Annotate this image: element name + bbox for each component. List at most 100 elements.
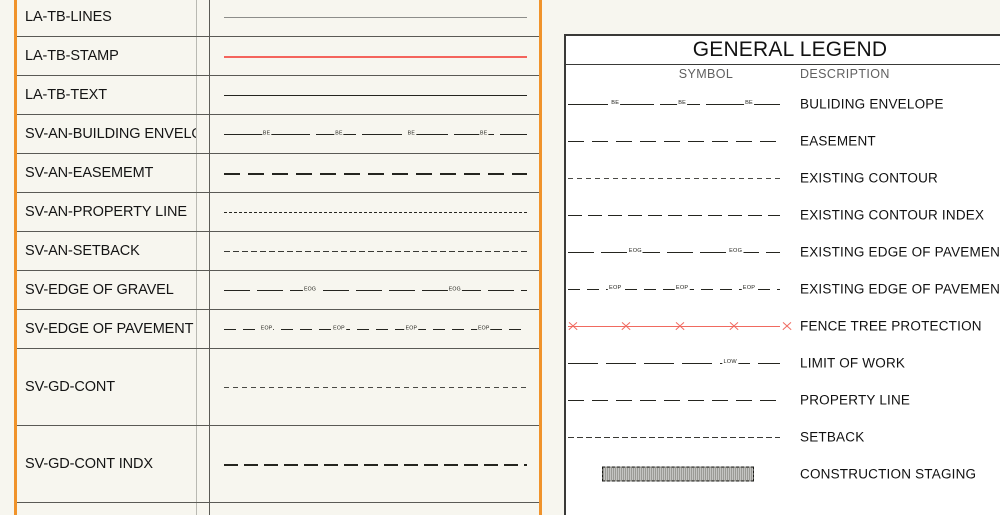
table-row[interactable]: SV-AN-SETBACK <box>17 232 539 271</box>
layer-spacer-cell <box>197 503 210 515</box>
legend-symbol-cell <box>566 122 794 159</box>
table-row[interactable]: SV-EDGE OF GRAVEL EOG EOG <box>17 271 539 310</box>
fence-x-marker <box>675 320 686 331</box>
legend-row: EOP EOP EOP EXISTING EDGE OF PAVEMENT <box>566 270 1000 307</box>
linetype-inline-label: BE <box>406 130 417 137</box>
layer-linetype-cell[interactable] <box>210 349 539 425</box>
layer-linetype-cell[interactable]: EOG EOG <box>210 271 539 309</box>
table-row[interactable]: SV-GD-CONT INDX <box>17 426 539 503</box>
legend-symbol-cell: EOG EOG <box>566 233 794 270</box>
legend-symbol-cell: BE BE BE <box>566 85 794 122</box>
layer-name-cell[interactable]: SV-GD-CONT <box>17 349 197 425</box>
layer-linetype-cell[interactable]: EOP EOP EOP EOP <box>210 310 539 348</box>
table-row[interactable]: SV-AN-PROPERTY LINE <box>17 193 539 232</box>
layer-name-cell[interactable] <box>17 503 197 515</box>
legend-symbol-cell <box>566 455 794 492</box>
linetype-inline-label: EOP <box>476 325 491 332</box>
general-legend-panel: GENERAL LEGEND SYMBOL DESCRIPTION BE BE BE… <box>564 34 1000 515</box>
layer-linetype-cell[interactable] <box>210 76 539 114</box>
legend-description-cell: LIMIT OF WORK <box>800 355 906 370</box>
linetype-inline-label: BE <box>744 99 754 107</box>
layer-name-cell[interactable]: SV-AN-SETBACK <box>17 232 197 270</box>
linetype-sample <box>224 56 527 58</box>
table-row[interactable]: SV-EDGE OF PAVEMENT EOP EOP EOP EOP <box>17 310 539 349</box>
layer-name-cell[interactable]: LA-TB-LINES <box>17 0 197 36</box>
linetype-inline-label: EOG <box>447 286 462 293</box>
legend-row: EXISTING CONTOUR <box>566 159 1000 196</box>
legend-description-cell: FENCE TREE PROTECTION <box>800 318 982 333</box>
layer-name-cell[interactable]: SV-EDGE OF GRAVEL <box>17 271 197 309</box>
layer-linetype-cell[interactable] <box>210 503 539 515</box>
table-row[interactable]: LA-TB-LINES <box>17 0 539 37</box>
layer-spacer-cell <box>197 349 210 425</box>
legend-row: EASEMENT <box>566 122 1000 159</box>
legend-symbol-cell <box>566 159 794 196</box>
table-row[interactable] <box>17 503 539 515</box>
layer-name-cell[interactable]: SV-AN-BUILDING ENVELOP <box>17 115 197 153</box>
table-row[interactable]: SV-GD-CONT <box>17 349 539 426</box>
layer-name-cell[interactable]: SV-AN-EASEMEMT <box>17 154 197 192</box>
layer-linetype-cell[interactable] <box>210 426 539 502</box>
linetype-sample <box>224 212 527 213</box>
linetype-inline-label: LOW <box>722 358 738 366</box>
linetype-inline-label: BE <box>261 130 272 137</box>
layer-linetype-cell[interactable] <box>210 193 539 231</box>
fence-x-marker <box>728 320 739 331</box>
linetype-inline-label: EOG <box>627 247 643 255</box>
legend-symbol-cell <box>566 381 794 418</box>
layer-spacer-cell <box>197 310 210 348</box>
legend-row-list: BE BE BE BULIDING ENVELOPE EASEMENT EXISTING … <box>566 85 1000 492</box>
fence-x-marker <box>782 320 793 331</box>
legend-row: EXISTING CONTOUR INDEX <box>566 196 1000 233</box>
layer-name-cell[interactable]: SV-GD-CONT INDX <box>17 426 197 502</box>
legend-symbol-cell <box>566 418 794 455</box>
legend-row: EOG EOG EXISTING EDGE OF PAVEMENT <box>566 233 1000 270</box>
legend-description-cell: BULIDING ENVELOPE <box>800 96 944 111</box>
layer-name-cell[interactable]: LA-TB-STAMP <box>17 37 197 75</box>
legend-row: PROPERTY LINE <box>566 381 1000 418</box>
linetype-inline-label: EOP <box>404 325 419 332</box>
linetype-inline-label: BE <box>479 130 489 137</box>
fence-x-marker <box>621 320 632 331</box>
legend-header-symbol: SYMBOL <box>678 67 734 81</box>
layer-spacer-cell <box>197 115 210 153</box>
linetype-inline-label: EOG <box>728 247 744 255</box>
linetype-inline-label: BE <box>610 99 621 107</box>
construction-staging-hatch <box>602 466 754 481</box>
linetype-inline-label: EOP <box>741 284 757 292</box>
legend-column-headers: SYMBOL DESCRIPTION <box>566 65 1000 85</box>
layer-spacer-cell <box>197 0 210 36</box>
layer-spacer-cell <box>197 271 210 309</box>
legend-description-cell: EXISTING EDGE OF PAVEMENT <box>800 281 1000 296</box>
legend-description-cell: EXISTING CONTOUR <box>800 170 938 185</box>
linetype-inline-label: EOP <box>674 284 690 292</box>
legend-row: FENCE TREE PROTECTION <box>566 307 1000 344</box>
layer-linetype-table[interactable]: LA-TB-LINES LA-TB-STAMP LA-TB-TEXT SV-AN-BU… <box>14 0 542 515</box>
layer-name-cell[interactable]: SV-AN-PROPERTY LINE <box>17 193 197 231</box>
layer-spacer-cell <box>197 193 210 231</box>
legend-description-cell: CONSTRUCTION STAGING <box>800 466 977 481</box>
legend-row: CONSTRUCTION STAGING <box>566 455 1000 492</box>
table-row[interactable]: LA-TB-STAMP <box>17 37 539 76</box>
layer-name-cell[interactable]: SV-EDGE OF PAVEMENT <box>17 310 197 348</box>
table-row[interactable]: LA-TB-TEXT <box>17 76 539 115</box>
layer-linetype-cell[interactable]: BE BE BE BE <box>210 115 539 153</box>
legend-title: GENERAL LEGEND <box>566 36 1000 65</box>
layer-linetype-cell[interactable] <box>210 232 539 270</box>
layer-linetype-cell[interactable] <box>210 154 539 192</box>
linetype-inline-label: EOP <box>332 325 346 332</box>
legend-description-cell: EXISTING CONTOUR INDEX <box>800 207 985 222</box>
linetype-inline-label: EOP <box>608 284 623 292</box>
table-row[interactable]: SV-AN-BUILDING ENVELOP BE BE BE BE <box>17 115 539 154</box>
table-row[interactable]: SV-AN-EASEMEMT <box>17 154 539 193</box>
linetype-inline-label: BE <box>334 130 344 137</box>
layer-name-cell[interactable]: LA-TB-TEXT <box>17 76 197 114</box>
legend-row: LOW LIMIT OF WORK <box>566 344 1000 381</box>
fence-x-marker <box>567 320 578 331</box>
layer-linetype-cell[interactable] <box>210 0 539 36</box>
legend-description-cell: EXISTING EDGE OF PAVEMENT <box>800 244 1000 259</box>
layer-spacer-cell <box>197 426 210 502</box>
layer-spacer-cell <box>197 76 210 114</box>
legend-symbol-cell <box>566 307 794 344</box>
layer-linetype-cell[interactable] <box>210 37 539 75</box>
